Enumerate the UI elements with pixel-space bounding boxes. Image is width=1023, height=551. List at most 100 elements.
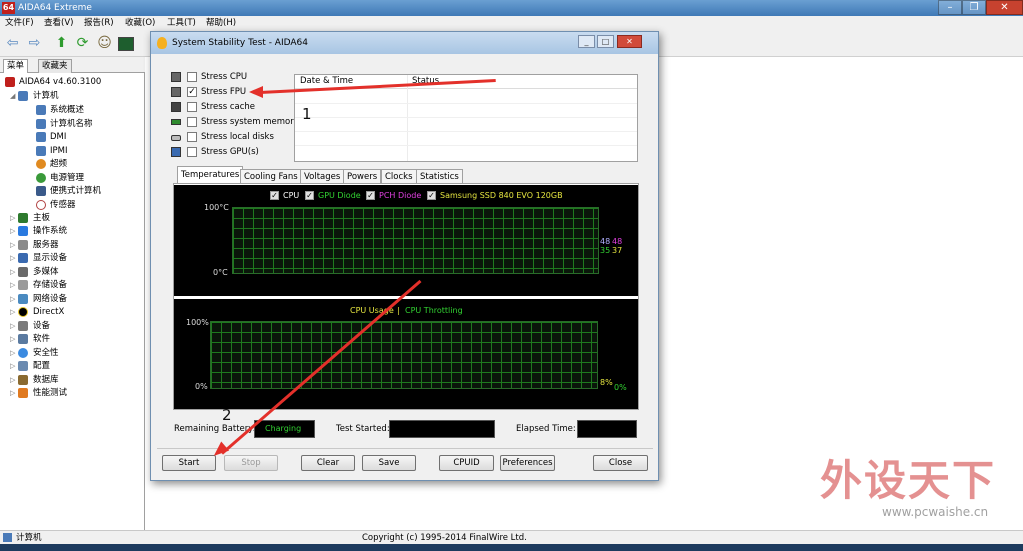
tree-root[interactable]: AIDA64 v4.60.3100 [19, 76, 101, 88]
row-line [295, 131, 637, 132]
tab-clocks[interactable]: Clocks [381, 169, 417, 184]
stress-memory-checkbox[interactable] [187, 117, 197, 127]
menu-view[interactable]: 查看(V) [44, 17, 73, 29]
status-left-text: 计算机 [16, 533, 42, 543]
tree-dmi[interactable]: DMI [50, 131, 66, 143]
expand-icon[interactable]: ▷ [10, 387, 16, 399]
temp-max-label: 100°C [204, 203, 229, 212]
expand-icon[interactable]: ▷ [10, 225, 16, 237]
expand-icon[interactable]: ▷ [10, 360, 16, 372]
expand-icon[interactable]: ▷ [10, 293, 16, 305]
stress-cpu-checkbox[interactable] [187, 72, 197, 82]
close-button[interactable]: Close [593, 455, 648, 471]
server-icon [18, 240, 28, 250]
tree-system-summary[interactable]: 系统概述 [50, 104, 84, 116]
refresh-icon[interactable]: ⟳ [74, 35, 91, 52]
tree-storage[interactable]: 存储设备 [33, 279, 67, 291]
back-icon[interactable]: ⇦ [4, 35, 21, 52]
menu-report[interactable]: 报告(R) [84, 17, 114, 29]
tab-menu[interactable]: 菜单 [3, 59, 29, 73]
cpu-usage-value: 8% [600, 378, 613, 387]
stress-disks-checkbox[interactable] [187, 132, 197, 142]
dialog-maximize-button[interactable]: □ [597, 35, 614, 48]
tree-computer[interactable]: 计算机 [33, 90, 59, 102]
stress-fpu-checkbox[interactable]: ✓ [187, 87, 197, 97]
tree-network[interactable]: 网络设备 [33, 293, 67, 305]
tree-sensor[interactable]: 传感器 [50, 199, 76, 211]
up-icon[interactable]: ⬆ [53, 35, 70, 52]
save-button[interactable]: Save [362, 455, 416, 471]
legend-pch-checkbox[interactable]: ✓ [366, 191, 375, 200]
clear-button[interactable]: Clear [301, 455, 355, 471]
tree-benchmark[interactable]: 性能测试 [33, 387, 67, 399]
main-maximize-button[interactable]: ❐ [962, 0, 986, 15]
menu-tools[interactable]: 工具(T) [167, 17, 196, 29]
preferences-button[interactable]: Preferences [500, 455, 555, 471]
tree-devices[interactable]: 设备 [33, 320, 50, 332]
tree-operating-system[interactable]: 操作系统 [33, 225, 67, 237]
title-separator: | [397, 306, 400, 315]
cpuid-button[interactable]: CPUID [439, 455, 494, 471]
stress-gpu-checkbox[interactable] [187, 147, 197, 157]
stress-gpu-label: Stress GPU(s) [201, 147, 259, 157]
start-button[interactable]: Start [162, 455, 216, 471]
tree-computer-name[interactable]: 计算机名称 [50, 118, 93, 130]
cache-icon [171, 102, 181, 112]
menu-help[interactable]: 帮助(H) [206, 17, 236, 29]
legend-cpu-checkbox[interactable]: ✓ [270, 191, 279, 200]
legend-gpu-checkbox[interactable]: ✓ [305, 191, 314, 200]
tab-powers[interactable]: Powers [343, 169, 382, 184]
tree-portable-computer[interactable]: 便携式计算机 [50, 185, 101, 197]
watermark: 外设天下 www.pcwaishe.cn [820, 458, 1020, 519]
main-minimize-button[interactable]: – [938, 0, 962, 15]
tree-ipmi[interactable]: IPMI [50, 145, 67, 157]
expand-icon[interactable]: ▷ [10, 239, 16, 251]
tab-cooling-fans[interactable]: Cooling Fans [240, 169, 302, 184]
menu-file[interactable]: 文件(F) [5, 17, 34, 29]
tree-multimedia[interactable]: 多媒体 [33, 266, 59, 278]
tree-database[interactable]: 数据库 [33, 374, 59, 386]
tree-directx[interactable]: DirectX [33, 306, 64, 318]
tree-server[interactable]: 服务器 [33, 239, 59, 251]
collapse-icon[interactable]: ◢ [10, 90, 16, 102]
main-close-button[interactable]: ✕ [986, 0, 1023, 15]
expand-icon[interactable]: ▷ [10, 374, 16, 386]
expand-icon[interactable]: ▷ [10, 320, 16, 332]
expand-icon[interactable]: ▷ [10, 306, 16, 318]
tree-motherboard[interactable]: 主板 [33, 212, 50, 224]
cpu-throttling-value: 0% [614, 383, 627, 392]
main-window-title: AIDA64 Extreme [18, 3, 92, 13]
tree-overclock[interactable]: 超频 [50, 158, 67, 170]
gpu-icon [171, 147, 181, 157]
stress-cache-checkbox[interactable] [187, 102, 197, 112]
monitor-icon[interactable] [118, 37, 134, 51]
expand-icon[interactable]: ▷ [10, 333, 16, 345]
tab-favorites[interactable]: 收藏夹 [38, 59, 72, 73]
expand-icon[interactable]: ▷ [10, 279, 16, 291]
tree-power-management[interactable]: 电源管理 [50, 172, 84, 184]
tab-temperatures[interactable]: Temperatures [177, 166, 244, 184]
tree-config[interactable]: 配置 [33, 360, 50, 372]
menu-favorites[interactable]: 收藏(O) [125, 17, 155, 29]
temperature-graph: ✓ CPU ✓ GPU Diode ✓ PCH Diode ✓ Samsung … [174, 185, 638, 296]
dmi-icon [36, 132, 46, 142]
stop-button[interactable]: Stop [224, 455, 278, 471]
forward-icon[interactable]: ⇨ [26, 35, 43, 52]
stress-cpu-label: Stress CPU [201, 72, 248, 82]
tree-security[interactable]: 安全性 [33, 347, 59, 359]
dialog-close-button[interactable]: ✕ [617, 35, 642, 48]
tab-voltages[interactable]: Voltages [300, 169, 345, 184]
dialog-minimize-button[interactable]: _ [578, 35, 595, 48]
expand-icon[interactable]: ▷ [10, 266, 16, 278]
row-line [295, 103, 637, 104]
tree-software[interactable]: 软件 [33, 333, 50, 345]
tree-display[interactable]: 显示设备 [33, 252, 67, 264]
users-icon[interactable]: ☺ [96, 35, 113, 52]
expand-icon[interactable]: ▷ [10, 252, 16, 264]
expand-icon[interactable]: ▷ [10, 347, 16, 359]
expand-icon[interactable]: ▷ [10, 212, 16, 224]
tab-statistics[interactable]: Statistics [416, 169, 463, 184]
legend-ssd-checkbox[interactable]: ✓ [427, 191, 436, 200]
cpu-icon [171, 72, 181, 82]
test-started-box [389, 420, 495, 438]
